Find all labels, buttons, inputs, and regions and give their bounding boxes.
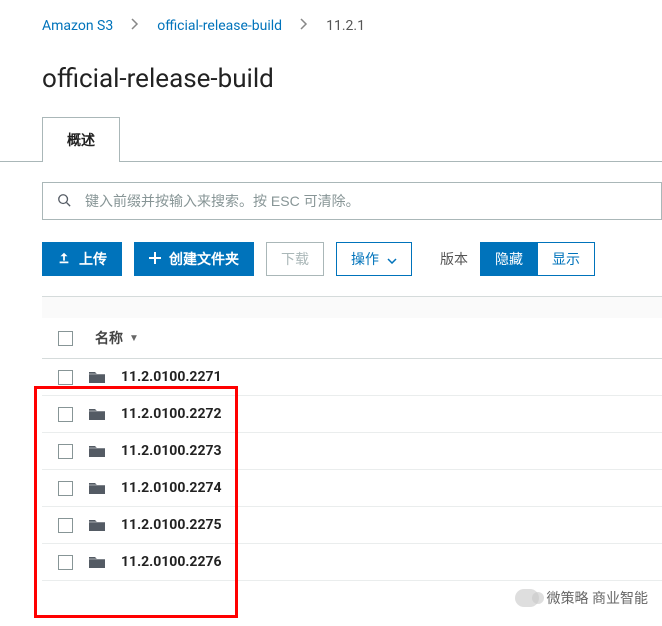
- show-button[interactable]: 显示: [538, 242, 595, 276]
- object-table: 名称 ▼ 11.2.0100.2271 11.2.0100.2272 11.2.01…: [42, 296, 662, 581]
- folder-icon: [89, 407, 105, 421]
- chevron-down-icon: [387, 251, 397, 267]
- toolbar: 上传 创建文件夹 下载 操作 版本 隐藏 显示: [0, 220, 662, 276]
- actions-dropdown[interactable]: 操作: [336, 242, 412, 276]
- object-name[interactable]: 11.2.0100.2274: [121, 480, 222, 496]
- folder-icon: [89, 444, 105, 458]
- table-row[interactable]: 11.2.0100.2276: [42, 544, 662, 581]
- page-title: official-release-build: [0, 34, 662, 116]
- column-header-name[interactable]: 名称 ▼: [42, 318, 662, 359]
- chevron-right-icon: [131, 18, 139, 34]
- tab-overview[interactable]: 概述: [42, 117, 120, 162]
- row-checkbox[interactable]: [58, 444, 73, 459]
- version-label: 版本: [440, 249, 468, 269]
- upload-button[interactable]: 上传: [42, 242, 122, 276]
- create-folder-label: 创建文件夹: [169, 249, 239, 269]
- tabs: 概述: [0, 116, 662, 162]
- version-toggle: 隐藏 显示: [480, 242, 595, 276]
- table-row[interactable]: 11.2.0100.2275: [42, 507, 662, 544]
- create-folder-button[interactable]: 创建文件夹: [134, 242, 254, 276]
- upload-icon: [57, 251, 71, 268]
- select-all-checkbox[interactable]: [58, 331, 73, 346]
- breadcrumb-root[interactable]: Amazon S3: [42, 18, 113, 34]
- watermark-text: 微策略 商业智能: [547, 588, 648, 608]
- chevron-right-icon: [300, 18, 308, 34]
- actions-label: 操作: [351, 249, 379, 269]
- object-name[interactable]: 11.2.0100.2275: [121, 517, 222, 533]
- folder-icon: [89, 370, 105, 384]
- column-name-label: 名称: [95, 328, 123, 348]
- row-checkbox[interactable]: [58, 518, 73, 533]
- folder-icon: [89, 481, 105, 495]
- upload-label: 上传: [79, 249, 107, 269]
- sort-caret-icon: ▼: [129, 333, 139, 344]
- table-header-strip: [42, 296, 662, 318]
- breadcrumb-current: 11.2.1: [326, 18, 365, 34]
- row-checkbox[interactable]: [58, 370, 73, 385]
- plus-icon: [149, 251, 161, 267]
- table-row[interactable]: 11.2.0100.2274: [42, 470, 662, 507]
- table-row[interactable]: 11.2.0100.2271: [42, 359, 662, 396]
- table-row[interactable]: 11.2.0100.2273: [42, 433, 662, 470]
- object-name[interactable]: 11.2.0100.2271: [121, 369, 222, 385]
- row-checkbox[interactable]: [58, 481, 73, 496]
- hide-button[interactable]: 隐藏: [480, 242, 538, 276]
- folder-icon: [89, 555, 105, 569]
- table-row[interactable]: 11.2.0100.2272: [42, 396, 662, 433]
- row-checkbox[interactable]: [58, 555, 73, 570]
- folder-icon: [89, 518, 105, 532]
- object-name[interactable]: 11.2.0100.2273: [121, 443, 222, 459]
- object-name[interactable]: 11.2.0100.2272: [121, 406, 222, 422]
- breadcrumb: Amazon S3 official-release-build 11.2.1: [0, 0, 662, 34]
- search-bar[interactable]: [42, 182, 662, 220]
- row-checkbox[interactable]: [58, 407, 73, 422]
- breadcrumb-bucket[interactable]: official-release-build: [157, 18, 282, 34]
- watermark: 微策略 商业智能: [515, 588, 648, 608]
- search-input[interactable]: [85, 193, 647, 209]
- object-name[interactable]: 11.2.0100.2276: [121, 554, 222, 570]
- wechat-icon: [515, 589, 539, 607]
- search-icon: [57, 192, 71, 211]
- download-button: 下载: [266, 242, 324, 276]
